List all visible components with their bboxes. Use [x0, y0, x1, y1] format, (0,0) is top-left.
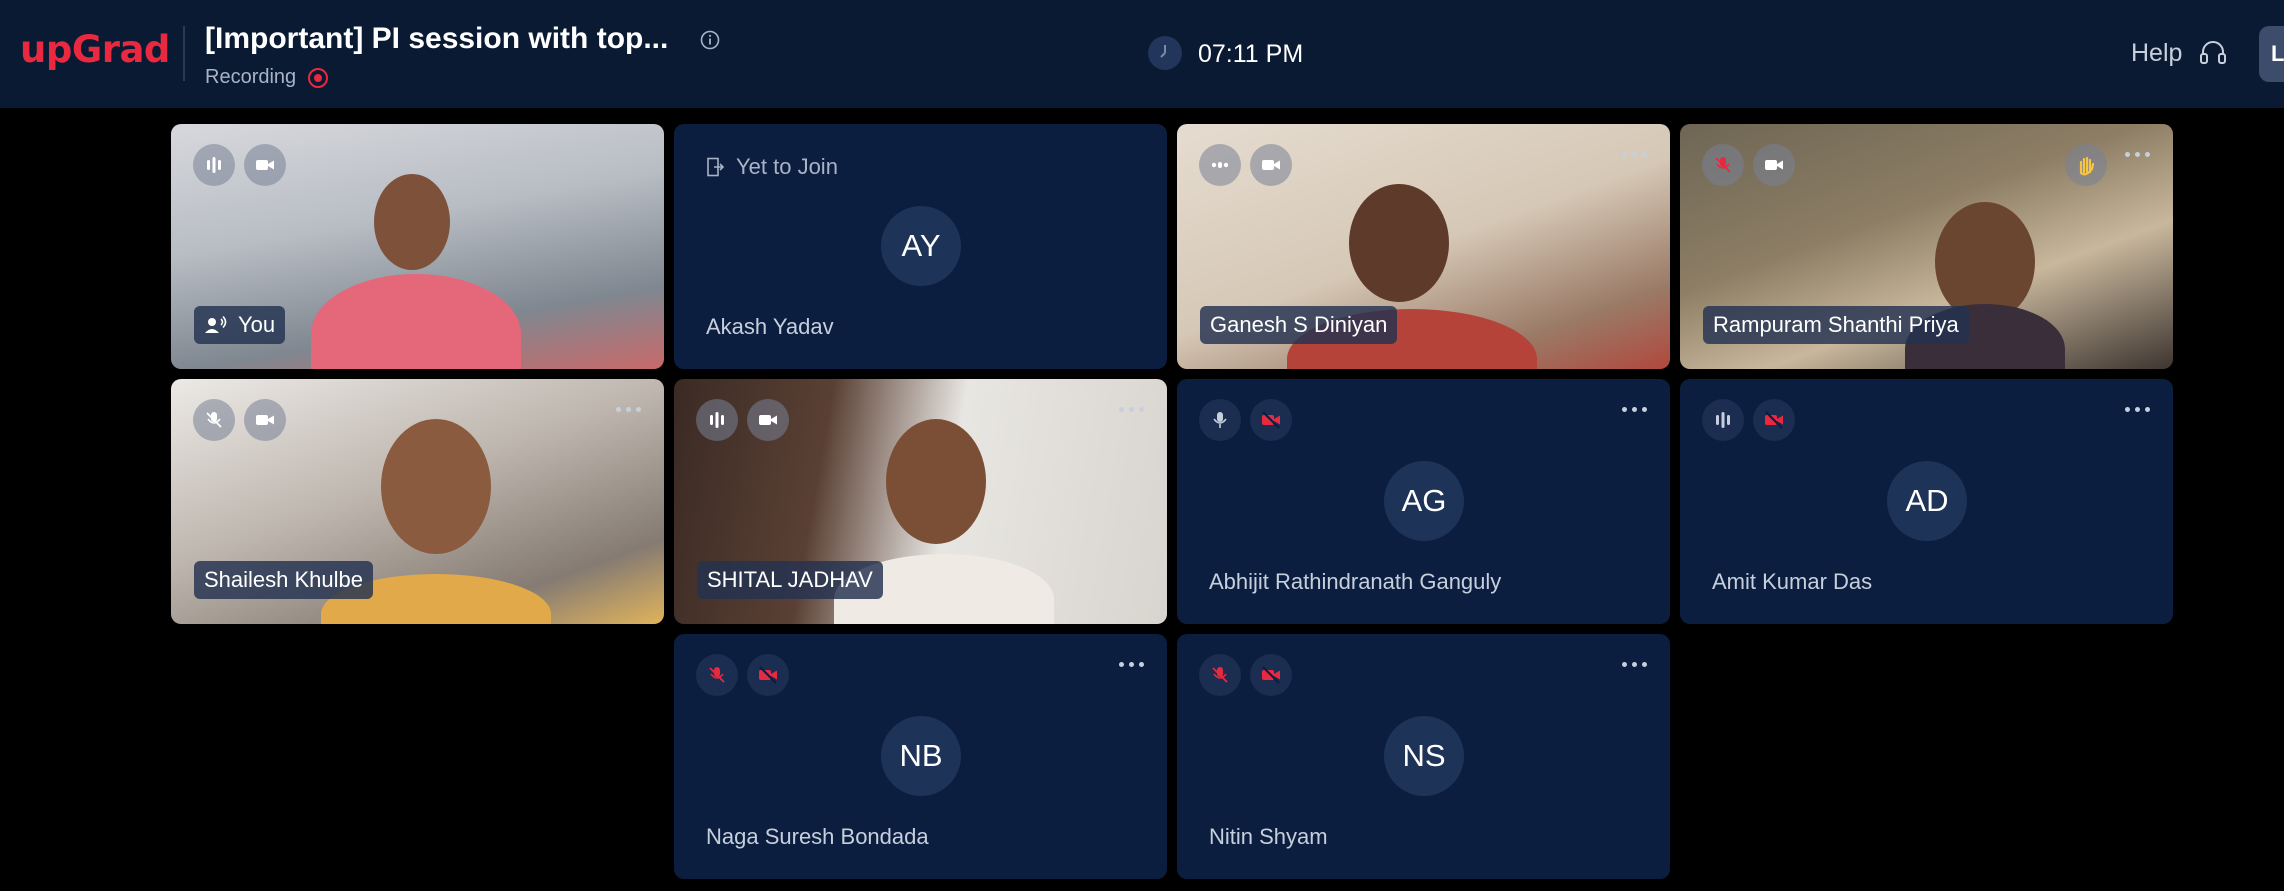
- more-options-icon[interactable]: [1119, 662, 1145, 670]
- video-camera-icon: [244, 144, 286, 186]
- participant-tile-akash-yadav[interactable]: Yet to Join AY Akash Yadav: [674, 124, 1167, 369]
- mic-icon: [1199, 399, 1241, 441]
- more-options-icon[interactable]: [1622, 152, 1648, 160]
- mic-muted-icon: [1702, 144, 1744, 186]
- more-options-icon[interactable]: [616, 407, 642, 415]
- help-link[interactable]: Help: [2131, 39, 2182, 68]
- participant-initials: NB: [881, 716, 961, 796]
- participant-name: Nitin Shyam: [1209, 824, 1328, 849]
- more-options-icon[interactable]: [2125, 152, 2151, 160]
- video-camera-icon: [1753, 144, 1795, 186]
- participant-tile-shital-jadhav[interactable]: SHITAL JADHAV: [674, 379, 1167, 624]
- video-feed-body: [311, 274, 521, 369]
- upgrad-logo: upGrad: [20, 28, 170, 71]
- video-feed: [374, 174, 450, 270]
- mic-muted-icon: [193, 399, 235, 441]
- participant-tile-amit-kumar-das[interactable]: AD Amit Kumar Das: [1680, 379, 2173, 624]
- participant-name: Rampuram Shanthi Priya: [1703, 306, 1969, 344]
- video-camera-icon: [747, 399, 789, 441]
- more-options-icon[interactable]: [1622, 662, 1648, 670]
- join-status: Yet to Join: [706, 154, 838, 180]
- video-feed: [886, 419, 986, 544]
- participant-initials: NS: [1384, 716, 1464, 796]
- participant-tile-rampuram-shanthi-priya[interactable]: Rampuram Shanthi Priya: [1680, 124, 2173, 369]
- session-title: [Important] PI session with top...: [205, 22, 669, 55]
- header-divider: [183, 26, 185, 81]
- video-feed: [1349, 184, 1449, 302]
- video-camera-icon: [1250, 144, 1292, 186]
- video-off-icon: [1250, 399, 1292, 441]
- participant-tile-you[interactable]: You: [171, 124, 664, 369]
- participant-name: Amit Kumar Das: [1712, 569, 1873, 594]
- video-feed: [381, 419, 491, 554]
- participant-initials: AD: [1887, 461, 1967, 541]
- info-icon[interactable]: [700, 30, 720, 50]
- participant-initials: AG: [1384, 461, 1464, 541]
- participant-tile-abhijit-rathindranath-ganguly[interactable]: AG Abhijit Rathindranath Ganguly: [1177, 379, 1670, 624]
- participant-name: You: [238, 312, 276, 337]
- clock-time: 07:11 PM: [1198, 40, 1304, 68]
- participant-name: Akash Yadav: [706, 314, 834, 339]
- participant-name-tag: You: [194, 306, 286, 344]
- participant-name: SHITAL JADHAV: [697, 561, 883, 599]
- participant-name: Ganesh S Diniyan: [1200, 306, 1398, 344]
- audio-bars-icon: [1199, 144, 1241, 186]
- speaker-icon: [205, 315, 227, 333]
- video-off-icon: [747, 654, 789, 696]
- video-off-icon: [1250, 654, 1292, 696]
- participant-name: Shailesh Khulbe: [194, 561, 374, 599]
- participant-tile-ganesh-s-diniyan[interactable]: Ganesh S Diniyan: [1177, 124, 1670, 369]
- video-camera-icon: [244, 399, 286, 441]
- video-off-icon: [1753, 399, 1795, 441]
- mic-muted-icon: [1199, 654, 1241, 696]
- participant-initials: AY: [881, 206, 961, 286]
- more-options-icon[interactable]: [1119, 407, 1145, 415]
- audio-bars-icon: [1702, 399, 1744, 441]
- headset-icon[interactable]: [2198, 38, 2228, 68]
- join-status-label: Yet to Join: [736, 154, 838, 179]
- participant-name: Naga Suresh Bondada: [706, 824, 929, 849]
- recording-label: Recording: [205, 66, 297, 88]
- participant-tile-shailesh-khulbe[interactable]: Shailesh Khulbe: [171, 379, 664, 624]
- recording-icon: [308, 68, 328, 88]
- audio-bars-icon: [193, 144, 235, 186]
- raised-hand-icon: [2065, 144, 2107, 186]
- audio-bars-icon: [696, 399, 738, 441]
- top-bar: upGrad [Important] PI session with top..…: [0, 0, 2284, 108]
- more-options-icon[interactable]: [2125, 407, 2151, 415]
- door-exit-icon: [707, 157, 724, 177]
- clock-icon: [1148, 36, 1182, 70]
- more-options-icon[interactable]: [1622, 407, 1648, 415]
- participant-tile-nitin-shyam[interactable]: NS Nitin Shyam: [1177, 634, 1670, 879]
- user-avatar[interactable]: L: [2259, 26, 2284, 82]
- participant-name: Abhijit Rathindranath Ganguly: [1209, 569, 1502, 594]
- participant-tile-naga-suresh-bondada[interactable]: NB Naga Suresh Bondada: [674, 634, 1167, 879]
- mic-muted-icon: [696, 654, 738, 696]
